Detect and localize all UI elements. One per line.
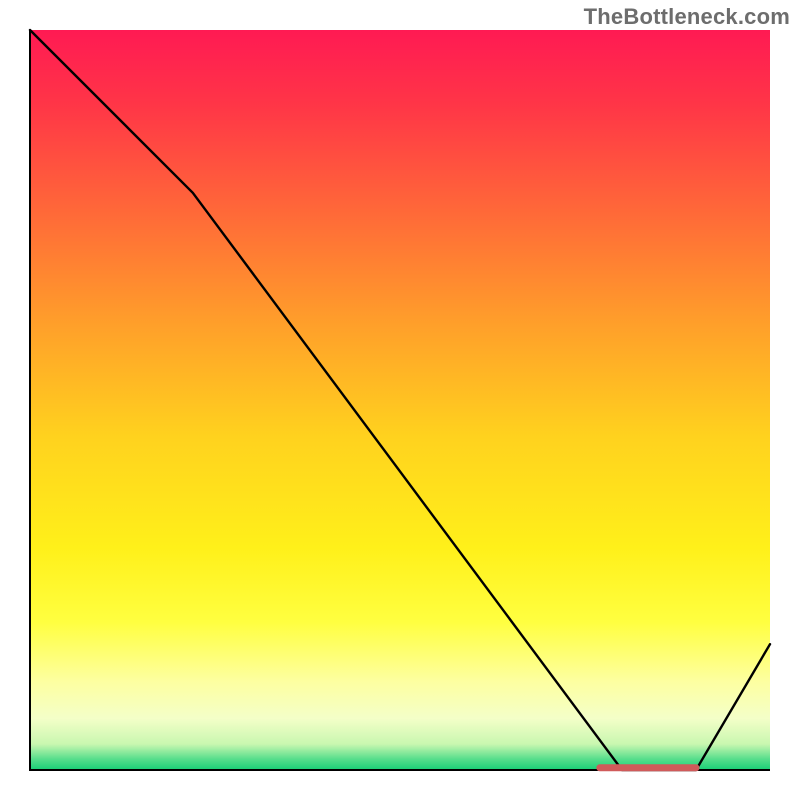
watermark-text: TheBottleneck.com — [584, 4, 790, 30]
bottleneck-chart — [0, 0, 800, 800]
chart-container: TheBottleneck.com — [0, 0, 800, 800]
